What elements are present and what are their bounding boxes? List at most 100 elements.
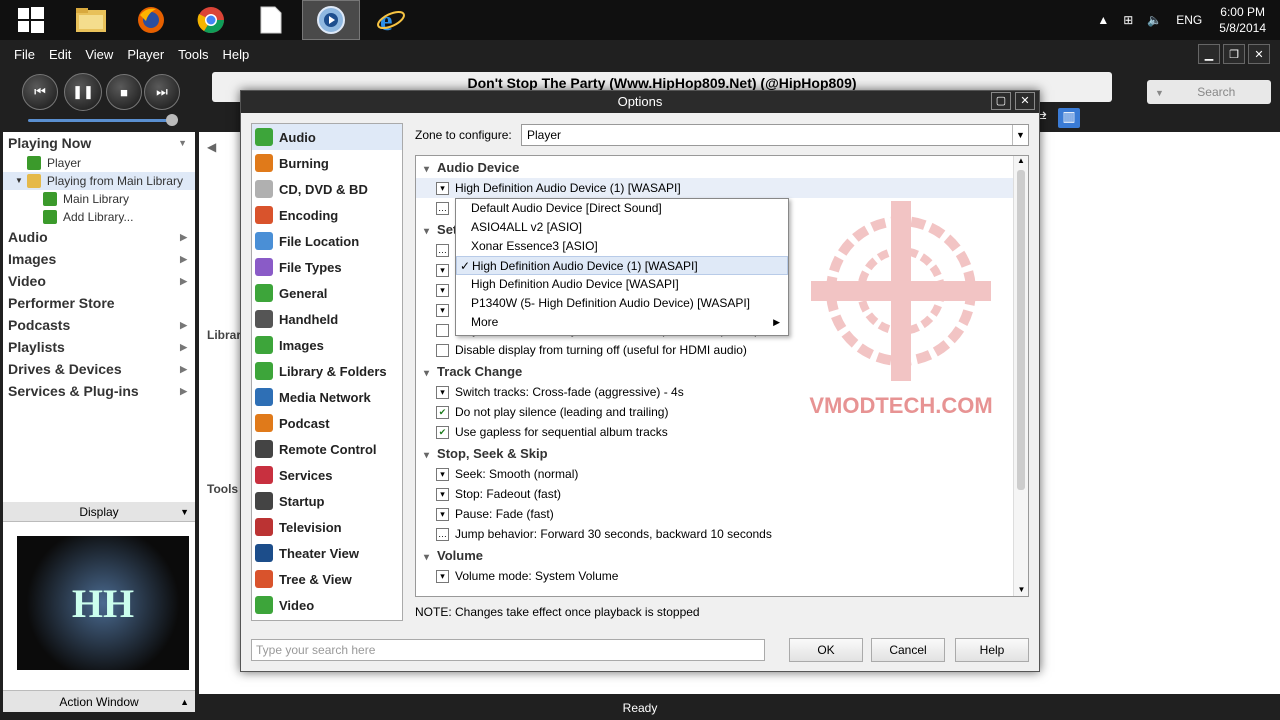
nav-add-library[interactable]: Add Library... [3,208,195,226]
nav-playing-from-main-library[interactable]: ▼ Playing from Main Library [3,172,195,190]
tray-chevron-icon[interactable]: ▲ [1097,13,1109,27]
category-general[interactable]: General [252,280,402,306]
category-television[interactable]: Television [252,514,402,540]
category-file-location[interactable]: File Location [252,228,402,254]
menu-player[interactable]: Player [120,47,171,62]
scroll-thumb[interactable] [1017,170,1025,490]
nav-player[interactable]: Player [3,154,195,172]
next-track-button[interactable]: ⏭ [144,74,180,110]
ellipsis-icon[interactable]: … [436,243,449,257]
blank-document-button[interactable] [242,0,300,40]
jump-behavior-button[interactable]: … Jump behavior: Forward 30 seconds, back… [416,524,1028,544]
dropdown-icon[interactable]: ▾ [436,467,449,481]
repeat-icon[interactable]: ▥ [1058,108,1080,128]
menu-file[interactable]: File [7,47,42,62]
menu-view[interactable]: View [78,47,120,62]
language-indicator[interactable]: ENG [1176,13,1202,27]
chevron-down-icon[interactable]: ▼ [1012,125,1028,145]
search-input[interactable]: ▼ Search [1147,80,1271,104]
zone-select[interactable]: Player ▼ [521,124,1029,146]
checkmark-icon[interactable]: ✔ [436,405,449,419]
category-encoding[interactable]: Encoding [252,202,402,228]
checkbox-icon[interactable] [436,343,449,357]
popup-device-item[interactable]: P1340W (5- High Definition Audio Device)… [456,294,788,313]
gapless-checkbox[interactable]: ✔ Use gapless for sequential album tracks [416,422,1028,442]
stop-select[interactable]: ▾ Stop: Fadeout (fast) [416,484,1028,504]
section-track-change[interactable]: Track Change [416,362,1028,382]
category-startup[interactable]: Startup [252,488,402,514]
switch-tracks-select[interactable]: ▾ Switch tracks: Cross-fade (aggressive) … [416,382,1028,402]
volume-mode-select[interactable]: ▾ Volume mode: System Volume [416,566,1028,586]
display-header[interactable]: Display ▼ [3,502,195,522]
volume-icon[interactable]: 🔈 [1147,13,1162,27]
checkmark-icon[interactable]: ✔ [436,425,449,439]
category-file-types[interactable]: File Types [252,254,402,280]
dropdown-icon[interactable]: ▾ [436,181,449,195]
nav-services-plugins[interactable]: Services & Plug-ins ▶ [3,380,195,402]
scroll-up-icon[interactable]: ▲ [1014,156,1028,165]
dropdown-icon[interactable]: ▾ [436,263,449,277]
firefox-button[interactable] [122,0,180,40]
menu-edit[interactable]: Edit [42,47,78,62]
pause-select[interactable]: ▾ Pause: Fade (fast) [416,504,1028,524]
network-icon[interactable]: ⊞ [1123,13,1133,27]
stop-button[interactable]: ■ [106,74,142,110]
category-theater-view[interactable]: Theater View [252,540,402,566]
disable-display-checkbox[interactable]: Disable display from turning off (useful… [416,340,1028,360]
category-cd-dvd-bd[interactable]: CD, DVD & BD [252,176,402,202]
file-explorer-button[interactable] [62,0,120,40]
category-services[interactable]: Services [252,462,402,488]
maximize-icon[interactable]: ▢ [991,92,1011,110]
section-volume[interactable]: Volume [416,546,1028,566]
cancel-button[interactable]: Cancel [871,638,945,662]
menu-help[interactable]: Help [216,47,257,62]
chevron-down-icon[interactable]: ▼ [180,502,189,522]
nav-podcasts[interactable]: Podcasts ▶ [3,314,195,336]
category-library-folders[interactable]: Library & Folders [252,358,402,384]
menu-tools[interactable]: Tools [171,47,215,62]
section-audio-device[interactable]: Audio Device [416,158,1028,178]
nav-video[interactable]: Video ▶ [3,270,195,292]
seek-knob[interactable] [166,114,178,126]
popup-device-item[interactable]: ✓ High Definition Audio Device (1) [WASAP… [456,256,788,275]
popup-device-item[interactable]: ASIO4ALL v2 [ASIO] [456,218,788,237]
category-video[interactable]: Video [252,592,402,618]
ellipsis-icon[interactable]: … [436,201,449,215]
popup-more-item[interactable]: More ▶ [456,313,788,332]
nav-playlists[interactable]: Playlists ▶ [3,336,195,358]
help-button[interactable]: Help [955,638,1029,662]
options-search-input[interactable]: Type your search here [251,639,765,661]
ok-button[interactable]: OK [789,638,863,662]
media-center-taskbar-button[interactable] [302,0,360,40]
category-podcast[interactable]: Podcast [252,410,402,436]
dropdown-icon[interactable]: ▾ [436,385,449,399]
nav-playing-now[interactable]: Playing Now ▼ [3,132,195,154]
audio-device-select[interactable]: ▾ High Definition Audio Device (1) [WASAP… [416,178,1028,198]
dropdown-icon[interactable]: ▾ [436,303,449,317]
nav-performer-store[interactable]: Performer Store [3,292,195,314]
popup-device-item[interactable]: Xonar Essence3 [ASIO] [456,237,788,256]
settings-scrollbar[interactable]: ▲ ▼ [1013,156,1028,596]
close-icon[interactable]: ✕ [1015,92,1035,110]
search-dropdown-icon[interactable]: ▼ [1155,88,1164,98]
category-images[interactable]: Images [252,332,402,358]
checkbox-icon[interactable] [436,323,449,337]
category-audio[interactable]: Audio [252,124,402,150]
scroll-down-icon[interactable]: ▼ [1014,585,1028,594]
nav-main-library[interactable]: Main Library [3,190,195,208]
close-icon[interactable]: ✕ [1248,44,1270,64]
chrome-button[interactable] [182,0,240,40]
section-stop-seek-skip[interactable]: Stop, Seek & Skip [416,444,1028,464]
back-icon[interactable]: ◀ [207,140,216,154]
no-silence-checkbox[interactable]: ✔ Do not play silence (leading and traili… [416,402,1028,422]
category-remote-control[interactable]: Remote Control [252,436,402,462]
dropdown-icon[interactable]: ▾ [436,283,449,297]
pause-button[interactable]: ❚❚ [64,73,102,111]
restore-icon[interactable]: ❐ [1223,44,1245,64]
category-media-network[interactable]: Media Network [252,384,402,410]
nav-audio[interactable]: Audio ▶ [3,226,195,248]
dropdown-icon[interactable]: ▾ [436,507,449,521]
seek-select[interactable]: ▾ Seek: Smooth (normal) [416,464,1028,484]
category-handheld[interactable]: Handheld [252,306,402,332]
internet-explorer-button[interactable]: e [362,0,420,40]
